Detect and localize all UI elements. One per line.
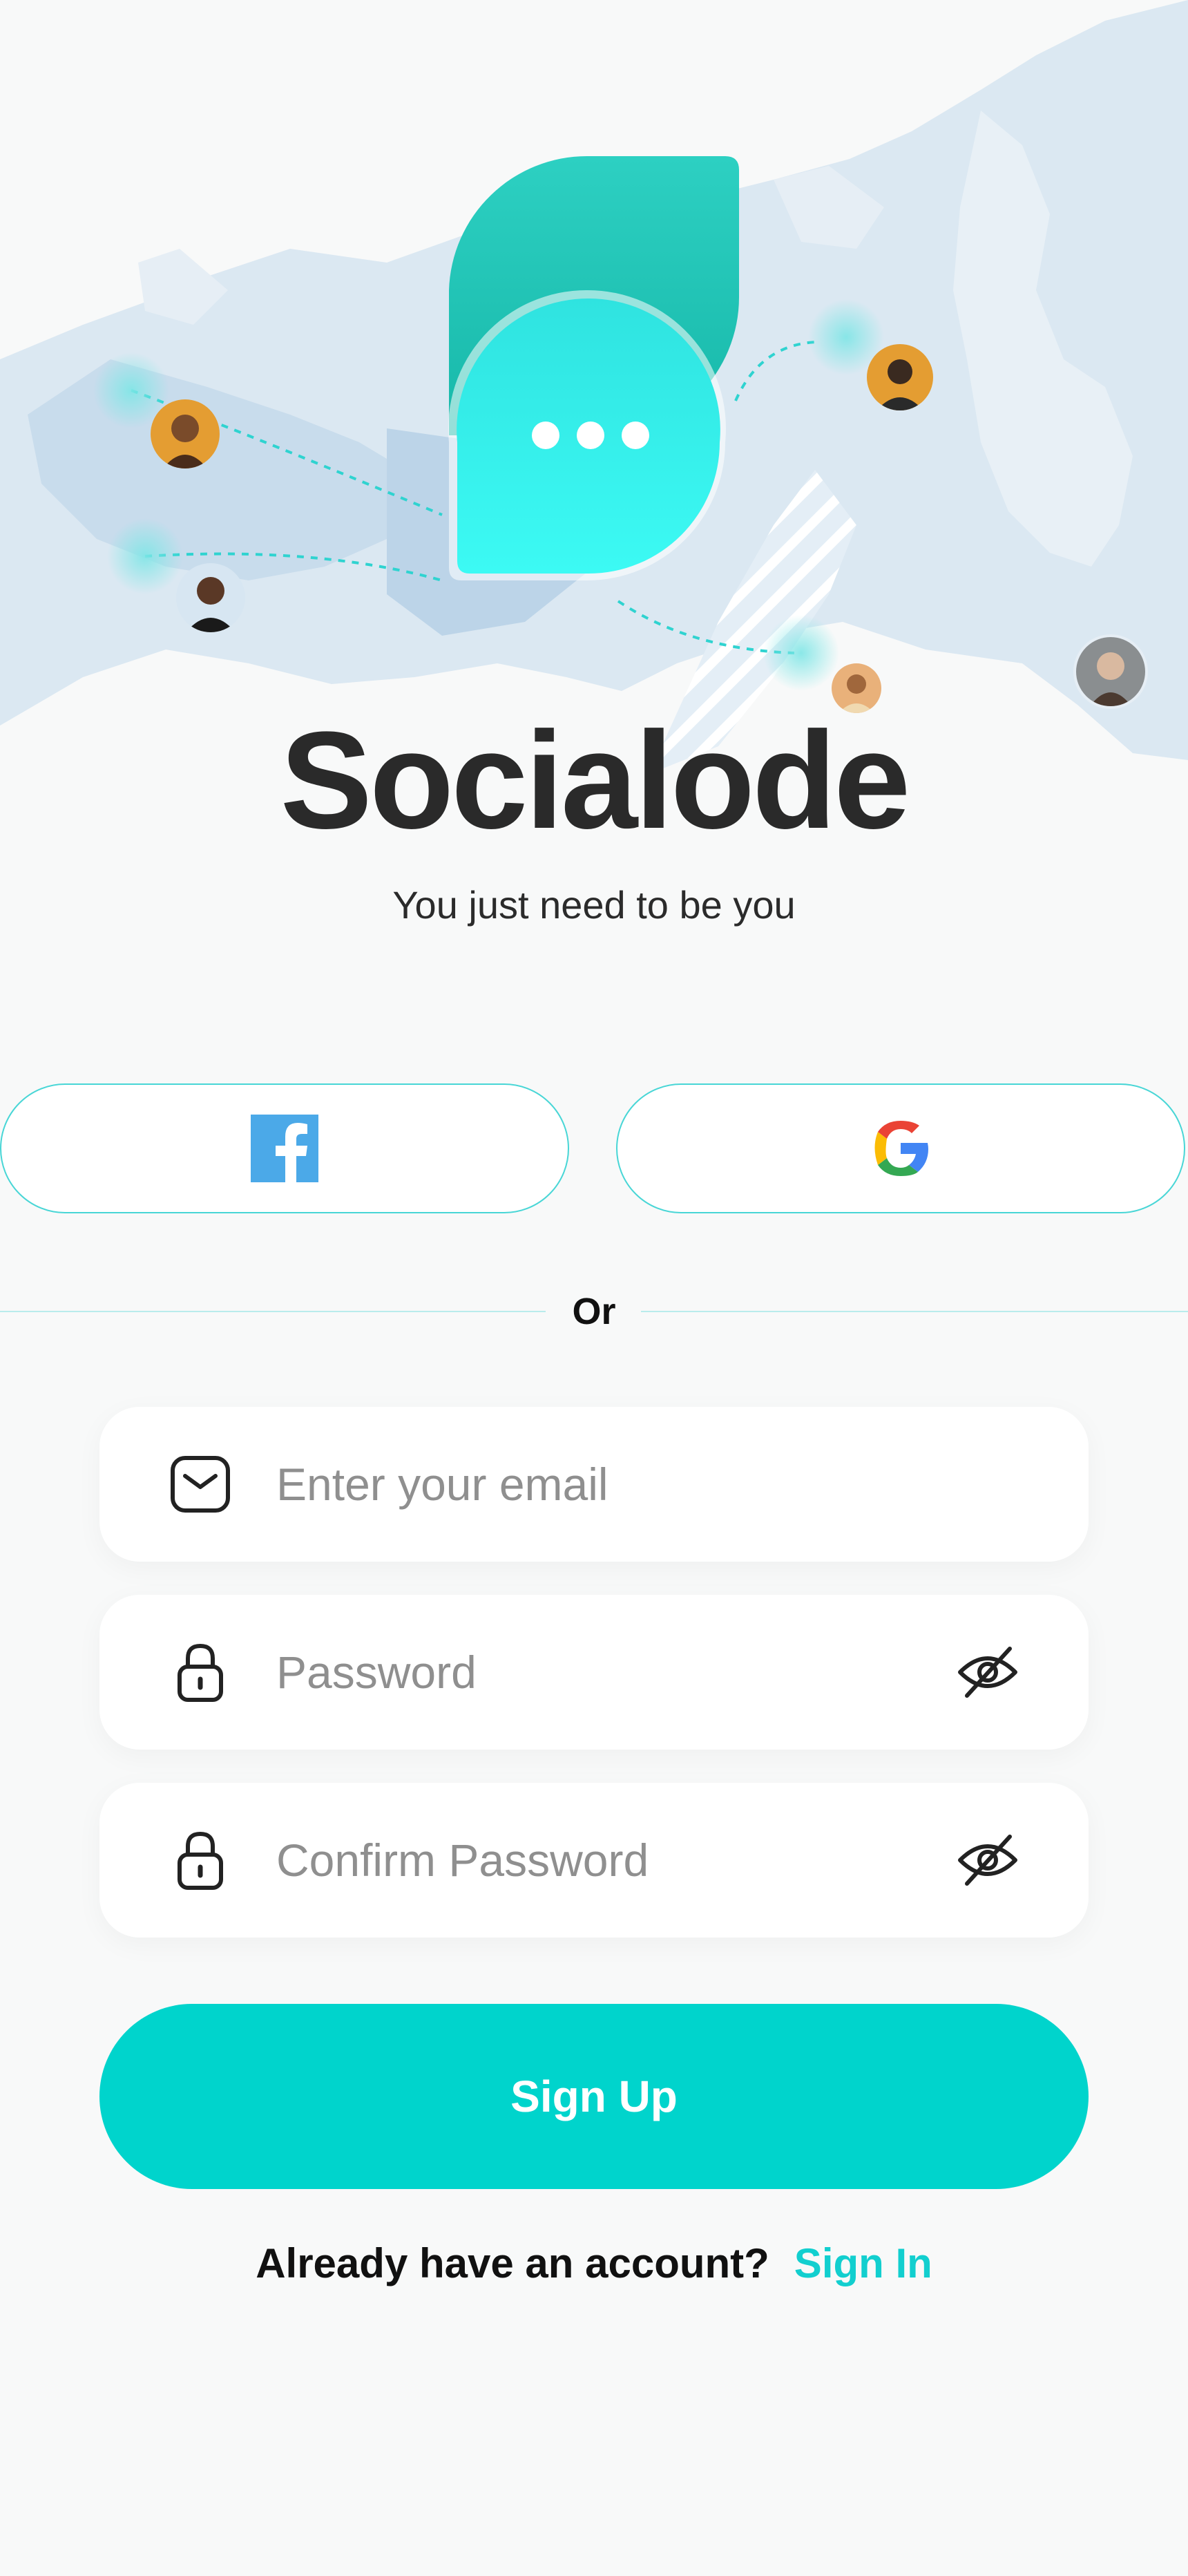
divider-line-left bbox=[0, 1311, 546, 1312]
confirm-password-placeholder: Confirm Password bbox=[276, 1835, 649, 1886]
password-field[interactable]: Password bbox=[99, 1595, 1089, 1750]
mail-icon bbox=[171, 1456, 230, 1513]
app-logo bbox=[448, 155, 739, 580]
sign-up-button[interactable]: Sign Up bbox=[99, 2004, 1089, 2189]
lock-icon bbox=[178, 1831, 223, 1890]
avatar bbox=[867, 344, 933, 410]
avatar bbox=[1073, 634, 1148, 709]
sign-in-link[interactable]: Sign In bbox=[794, 2240, 932, 2286]
email-field[interactable]: Enter your email bbox=[99, 1407, 1089, 1562]
app-tagline: You just need to be you bbox=[392, 883, 796, 927]
facebook-login-button[interactable] bbox=[0, 1083, 569, 1213]
account-question: Already have an account? bbox=[256, 2240, 769, 2286]
avatar bbox=[151, 399, 220, 468]
divider-line-right bbox=[641, 1311, 1188, 1312]
eye-off-icon[interactable] bbox=[953, 1638, 1022, 1707]
google-icon bbox=[874, 1121, 928, 1176]
divider-or: Or bbox=[572, 1291, 616, 1332]
avatar bbox=[176, 563, 245, 632]
lock-icon bbox=[178, 1643, 223, 1702]
google-login-button[interactable] bbox=[616, 1083, 1185, 1213]
eye-off-icon[interactable] bbox=[953, 1826, 1022, 1895]
password-placeholder: Password bbox=[276, 1647, 477, 1698]
email-placeholder: Enter your email bbox=[276, 1459, 609, 1510]
app-title: Socialode bbox=[280, 703, 911, 858]
confirm-password-field[interactable]: Confirm Password bbox=[99, 1783, 1089, 1938]
sign-in-prompt: Already have an account? Sign In bbox=[0, 2236, 1188, 2291]
facebook-icon bbox=[251, 1115, 318, 1182]
